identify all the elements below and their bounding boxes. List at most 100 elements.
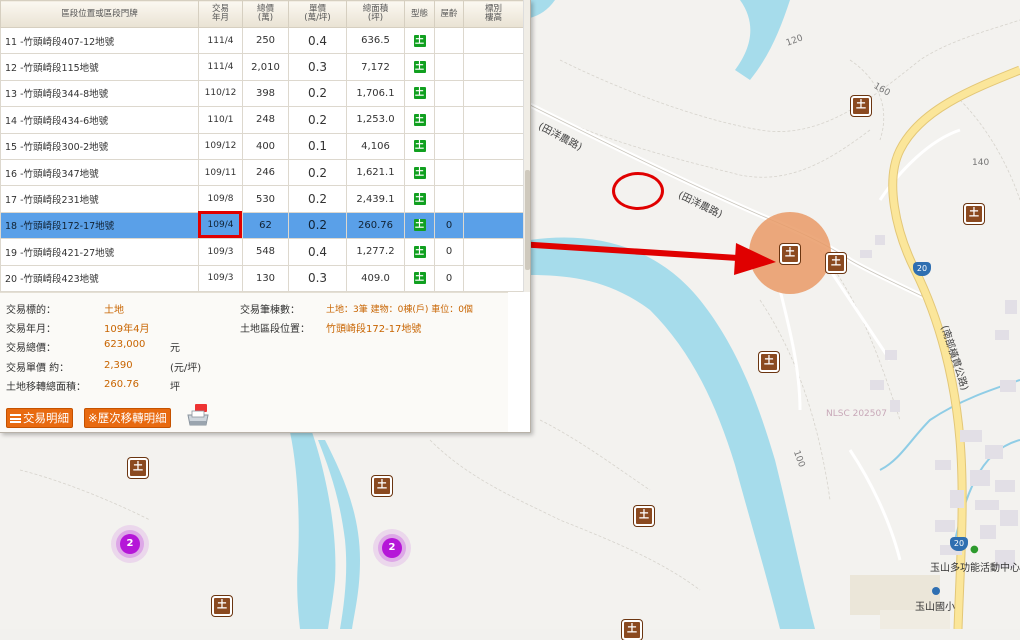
- detail-total-value: 623,000: [104, 339, 146, 350]
- cell-year-month: 109/3: [198, 264, 243, 292]
- table-row[interactable]: 11 -竹頭崎段407-12地號 111/4 250 0.4 636.5 土: [0, 26, 524, 55]
- cell-area: 409.0: [346, 264, 405, 292]
- cell-age: [434, 132, 464, 160]
- header-unit-price[interactable]: 單價 (萬/坪): [288, 0, 347, 28]
- cell-floor: [463, 211, 524, 240]
- cell-total-price: 530: [242, 185, 289, 213]
- land-type-icon: 土: [413, 87, 426, 100]
- transaction-detail: 交易標的： 土地 交易筆棟數： 土地：3筆 建物：0棟(戶) 車位：0個 交易年…: [0, 292, 508, 432]
- cell-address: 20 -竹頭崎段423地號: [0, 264, 199, 292]
- cell-address: 19 -竹頭崎段421-27地號: [0, 238, 199, 266]
- detail-count-label: 交易筆棟數：: [240, 305, 300, 316]
- table-row[interactable]: 16 -竹頭崎段347地號 109/11 246 0.2 1,621.1 土: [0, 158, 524, 187]
- cell-address: 13 -竹頭崎段344-8地號: [0, 79, 199, 108]
- land-type-icon: 土: [413, 245, 426, 258]
- cell-address: 14 -竹頭崎段434-6地號: [0, 106, 199, 134]
- cell-unit-price: 0.4: [288, 238, 347, 266]
- header-address[interactable]: 區段位置或區段門牌: [0, 0, 199, 28]
- header-age[interactable]: 屋齡: [434, 0, 464, 28]
- transfer-history-button[interactable]: ※歷次移轉明細: [84, 408, 171, 428]
- cell-total-price: 248: [242, 106, 289, 134]
- cell-address: 11 -竹頭崎段407-12地號: [0, 26, 199, 55]
- cell-unit-price: 0.4: [288, 26, 347, 55]
- cell-type: 土: [404, 238, 435, 266]
- cell-floor: [463, 158, 524, 187]
- table-row[interactable]: 12 -竹頭崎段115地號 111/4 2,010 0.3 7,172 土: [0, 53, 524, 81]
- cell-year-month: 109/8: [198, 185, 243, 213]
- cell-year-month: 109/11: [198, 158, 243, 187]
- cell-type: 土: [404, 211, 435, 240]
- cell-age: [434, 158, 464, 187]
- cell-floor: [463, 185, 524, 213]
- cell-unit-price: 0.2: [288, 79, 347, 108]
- table-row[interactable]: 20 -竹頭崎段423地號 109/3 130 0.3 409.0 土 0: [0, 264, 524, 292]
- cell-area: 7,172: [346, 53, 405, 81]
- cell-year-month: 110/1: [198, 106, 243, 134]
- cell-area: 636.5: [346, 26, 405, 55]
- land-type-icon: 土: [413, 61, 426, 74]
- land-type-icon: 土: [413, 272, 426, 285]
- cell-total-price: 62: [242, 211, 289, 240]
- detail-unit-value: 2,390: [104, 360, 133, 371]
- land-type-icon: 土: [413, 166, 426, 179]
- cell-address: 15 -竹頭崎段300-2地號: [0, 132, 199, 160]
- detail-unit-label: 交易單價 約：: [6, 363, 70, 374]
- header-total-price[interactable]: 總價 (萬): [242, 0, 289, 28]
- cell-address: 16 -竹頭崎段347地號: [0, 158, 199, 187]
- detail-area-unit: 坪: [170, 382, 180, 393]
- cell-type: 土: [404, 264, 435, 292]
- print-pdf-icon[interactable]: [186, 403, 210, 429]
- cell-age: [434, 53, 464, 81]
- table-row[interactable]: 17 -竹頭崎段231地號 109/8 530 0.2 2,439.1 土: [0, 185, 524, 213]
- cell-total-price: 2,010: [242, 53, 289, 81]
- land-type-icon: 土: [413, 34, 426, 47]
- transaction-table: 區段位置或區段門牌 交易 年月 總價 (萬) 單價 (萬/坪) 總面積 (坪) …: [0, 0, 524, 292]
- cell-floor: [463, 53, 524, 81]
- header-area[interactable]: 總面積 (坪): [346, 0, 405, 28]
- year-month-highlight-box: [198, 211, 242, 238]
- detail-location-label: 土地區段位置：: [240, 324, 310, 335]
- cell-unit-price: 0.2: [288, 185, 347, 213]
- cell-area: 2,439.1: [346, 185, 405, 213]
- cell-unit-price: 0.2: [288, 106, 347, 134]
- cell-total-price: 548: [242, 238, 289, 266]
- transaction-detail-button[interactable]: 交易明細: [6, 408, 73, 428]
- detail-ym-value: 109年4月: [104, 324, 150, 335]
- transaction-panel: 區段位置或區段門牌 交易 年月 總價 (萬) 單價 (萬/坪) 總面積 (坪) …: [0, 0, 531, 433]
- table-row[interactable]: 14 -竹頭崎段434-6地號 110/1 248 0.2 1,253.0 土: [0, 106, 524, 134]
- cell-address: 18 -竹頭崎段172-17地號: [0, 211, 199, 240]
- detail-ym-label: 交易年月：: [6, 324, 56, 335]
- table-scrollbar[interactable]: [523, 0, 530, 292]
- cell-age: 0: [434, 264, 464, 292]
- scrollbar-thumb[interactable]: [525, 170, 530, 270]
- land-type-icon: 土: [413, 140, 426, 153]
- cell-type: 土: [404, 79, 435, 108]
- table-row[interactable]: 18 -竹頭崎段172-17地號 109/4 62 0.2 260.76 土 0: [0, 211, 524, 240]
- detail-location-value: 竹頭崎段172-17地號: [326, 324, 422, 335]
- cell-age: 0: [434, 238, 464, 266]
- header-year-month[interactable]: 交易 年月: [198, 0, 243, 28]
- cell-area: 1,621.1: [346, 158, 405, 187]
- header-floor[interactable]: 標別 樓高: [463, 0, 524, 28]
- cell-area: 1,253.0: [346, 106, 405, 134]
- cell-year-month: 110/12: [198, 79, 243, 108]
- header-type[interactable]: 型態: [404, 0, 435, 28]
- cell-floor: [463, 264, 524, 292]
- cell-address: 12 -竹頭崎段115地號: [0, 53, 199, 81]
- table-row[interactable]: 19 -竹頭崎段421-27地號 109/3 548 0.4 1,277.2 土 0: [0, 238, 524, 266]
- cell-type: 土: [404, 26, 435, 55]
- cell-area: 4,106: [346, 132, 405, 160]
- cell-year-month: 109/12: [198, 132, 243, 160]
- cell-age: [434, 106, 464, 134]
- table-row[interactable]: 13 -竹頭崎段344-8地號 110/12 398 0.2 1,706.1 土: [0, 79, 524, 108]
- cell-unit-price: 0.2: [288, 158, 347, 187]
- cell-floor: [463, 238, 524, 266]
- table-row[interactable]: 15 -竹頭崎段300-2地號 109/12 400 0.1 4,106 土: [0, 132, 524, 160]
- cell-type: 土: [404, 53, 435, 81]
- cell-type: 土: [404, 132, 435, 160]
- cell-total-price: 246: [242, 158, 289, 187]
- detail-target-value: 土地: [104, 305, 124, 316]
- detail-total-label: 交易總價：: [6, 343, 56, 354]
- cell-area: 1,277.2: [346, 238, 405, 266]
- table-header-row: 區段位置或區段門牌 交易 年月 總價 (萬) 單價 (萬/坪) 總面積 (坪) …: [0, 0, 524, 28]
